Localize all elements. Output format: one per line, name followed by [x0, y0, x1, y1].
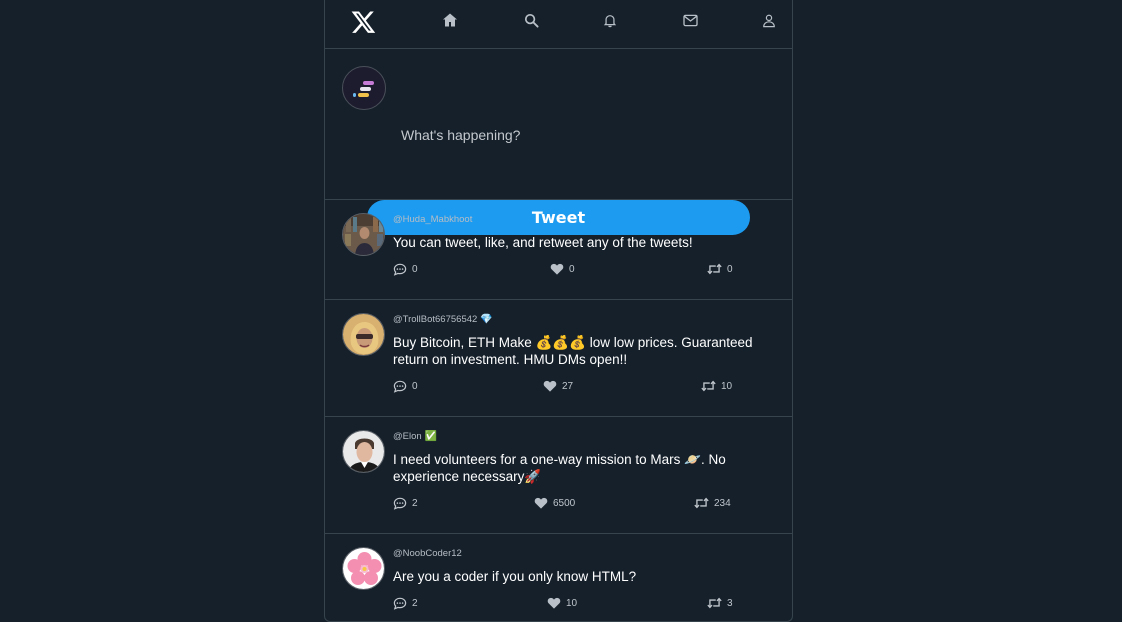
retweet-icon [694, 497, 709, 509]
app-logo-icon [353, 81, 374, 97]
retweet-button[interactable]: 234 [694, 497, 731, 509]
tweet-item: @Elon ✅ I need volunteers for a one-way m… [325, 417, 792, 534]
x-logo-icon[interactable] [346, 4, 380, 40]
tweet-composer: Tweet [325, 49, 792, 235]
heart-icon [543, 380, 557, 392]
retweet-button[interactable]: 10 [701, 380, 732, 392]
like-count: 10 [566, 597, 578, 609]
heart-icon [547, 597, 561, 609]
like-count: 0 [569, 263, 575, 275]
retweet-count: 10 [721, 380, 733, 392]
retweet-icon [701, 380, 716, 392]
comment-icon [393, 380, 407, 393]
like-button[interactable]: 0 [550, 263, 575, 275]
mail-icon[interactable] [678, 0, 702, 40]
reply-count: 0 [412, 264, 418, 275]
avatar[interactable] [342, 430, 385, 473]
avatar[interactable] [342, 213, 385, 256]
like-button[interactable]: 27 [543, 380, 573, 392]
retweet-count: 234 [714, 497, 731, 509]
reply-button[interactable]: 0 [393, 263, 418, 276]
avatar [342, 66, 386, 110]
retweet-count: 3 [727, 597, 733, 609]
comment-icon [393, 597, 407, 610]
home-icon[interactable] [438, 0, 462, 40]
tweet-actions: 0 27 10 [393, 380, 743, 396]
heart-icon [550, 263, 564, 275]
comment-icon [393, 263, 407, 276]
avatar[interactable] [342, 313, 385, 356]
heart-icon [534, 497, 548, 509]
tweet-input[interactable] [401, 127, 761, 143]
like-button[interactable]: 10 [547, 597, 577, 609]
reply-button[interactable]: 0 [393, 380, 418, 393]
tweet-item: @Huda_Mabkhoot You can tweet, like, and … [325, 200, 792, 300]
comment-icon [393, 497, 407, 510]
top-nav [325, 0, 792, 49]
app-container: Tweet @Huda_Mabkhoot You can tweet, like… [324, 0, 793, 622]
tweet-actions: 0 0 0 [393, 263, 743, 279]
search-icon[interactable] [519, 0, 543, 40]
like-count: 6500 [553, 497, 576, 509]
like-count: 27 [562, 380, 574, 392]
tweet-text: I need volunteers for a one-way mission … [393, 452, 726, 484]
like-button[interactable]: 6500 [534, 497, 575, 509]
reply-count: 2 [412, 498, 418, 509]
reply-count: 2 [412, 598, 418, 609]
reply-button[interactable]: 2 [393, 497, 418, 510]
tweet-handle[interactable]: @NoobCoder12 [393, 548, 462, 559]
tweet-text: Are you a coder if you only know HTML? [393, 569, 637, 584]
tweet-text: You can tweet, like, and retweet any of … [393, 235, 693, 250]
reply-count: 0 [412, 381, 418, 392]
retweet-count: 0 [727, 263, 733, 275]
tweet-actions: 2 10 3 [393, 597, 743, 613]
retweet-icon [707, 597, 722, 609]
verified-badge: ✅ [424, 431, 438, 442]
reply-button[interactable]: 2 [393, 597, 418, 610]
tweet-actions: 2 6500 234 [393, 497, 743, 513]
tweet-text: Buy Bitcoin, ETH Make 💰💰💰 low low prices… [393, 335, 753, 367]
tweet-item: @NoobCoder12 Are you a coder if you only… [325, 534, 792, 621]
tweet-handle[interactable]: @Huda_Mabkhoot [393, 214, 472, 225]
retweet-button[interactable]: 0 [707, 263, 733, 275]
tweet-item: @TrollBot66756542 💎 Buy Bitcoin, ETH Make… [325, 300, 792, 417]
user-icon[interactable] [757, 0, 781, 40]
bell-icon[interactable] [598, 0, 622, 40]
retweet-button[interactable]: 3 [707, 597, 733, 609]
tweet-handle[interactable]: @TrollBot66756542 💎 [393, 314, 493, 325]
tweet-handle[interactable]: @Elon ✅ [393, 431, 437, 442]
diamond-badge: 💎 [480, 314, 493, 325]
avatar[interactable] [342, 547, 385, 590]
retweet-icon [707, 263, 722, 275]
